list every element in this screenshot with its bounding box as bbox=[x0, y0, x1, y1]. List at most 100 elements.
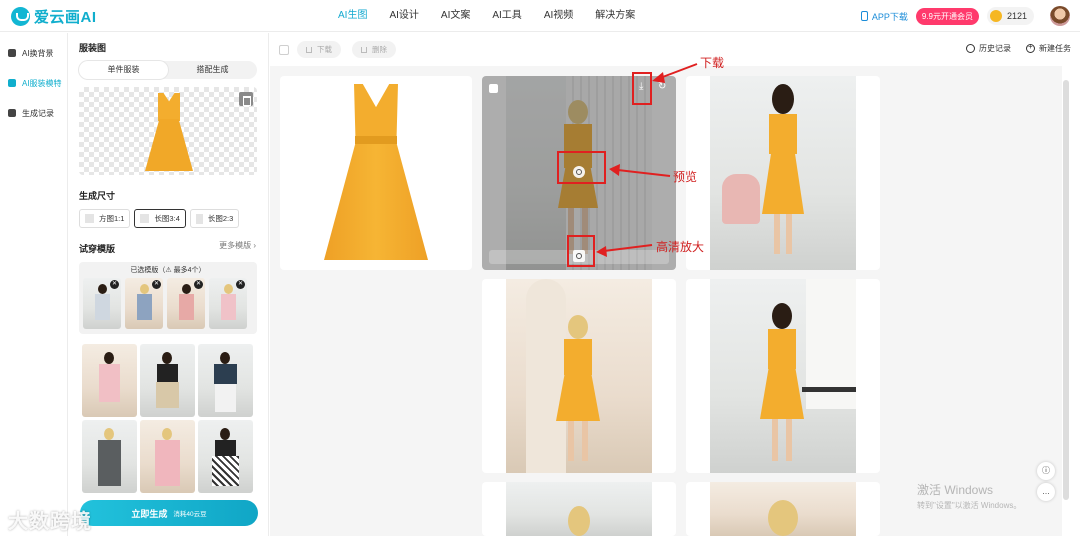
selected-template-thumb[interactable]: ✕ bbox=[209, 278, 247, 329]
app-download-link[interactable]: APP下载 bbox=[860, 10, 908, 23]
tab-outfit-combo[interactable]: 搭配生成 bbox=[168, 61, 257, 79]
template-thumb[interactable] bbox=[140, 344, 195, 417]
model-outfit bbox=[221, 294, 236, 320]
download-button[interactable]: 下载 bbox=[297, 41, 341, 58]
vip-button[interactable]: 9.9元开通会员 bbox=[915, 7, 979, 25]
model-dress-skirt bbox=[760, 367, 804, 419]
result-card[interactable] bbox=[686, 279, 880, 473]
template-thumb[interactable] bbox=[82, 420, 137, 493]
remove-template-icon[interactable]: ✕ bbox=[194, 280, 203, 289]
pink-armchair bbox=[722, 174, 760, 224]
portrait-ratio-icon bbox=[140, 214, 150, 223]
history-button[interactable]: 历史记录 bbox=[966, 43, 1011, 54]
template-thumb[interactable] bbox=[198, 344, 253, 417]
delete-garment-icon[interactable] bbox=[239, 92, 253, 106]
source-garment-image bbox=[324, 84, 428, 264]
annotation-box-download bbox=[632, 72, 652, 105]
model-outfit bbox=[95, 294, 110, 320]
selected-template-thumb[interactable]: ✕ bbox=[167, 278, 205, 329]
clock-icon bbox=[966, 44, 975, 53]
nav-solutions[interactable]: 解决方案 bbox=[595, 0, 635, 32]
nav-ai-image[interactable]: AI生图 bbox=[338, 0, 367, 32]
config-panel: 服装图 单件服装 搭配生成 生成尺寸 方图1:1 长图3:4 长图2:3 试穿模… bbox=[69, 33, 269, 536]
result-card[interactable] bbox=[482, 279, 676, 473]
size-label: 方图1:1 bbox=[99, 214, 125, 223]
chat-icon[interactable]: … bbox=[1037, 483, 1055, 501]
model-dress-skirt bbox=[762, 152, 804, 214]
tab-single-garment[interactable]: 单件服装 bbox=[79, 61, 168, 79]
download-label: 下载 bbox=[317, 45, 332, 54]
sidebar-item-records[interactable]: 生成记录 bbox=[8, 103, 54, 123]
table bbox=[802, 387, 856, 392]
model-leg bbox=[786, 214, 792, 254]
model-leg bbox=[568, 421, 574, 461]
info-icon[interactable]: ⓘ bbox=[1037, 462, 1055, 480]
remove-template-icon[interactable]: ✕ bbox=[152, 280, 161, 289]
size-label: 长图2:3 bbox=[207, 214, 234, 223]
model-head bbox=[140, 284, 149, 294]
tall-ratio-icon bbox=[195, 213, 203, 224]
model-outfit bbox=[179, 294, 194, 320]
nav-ai-copywriting[interactable]: AI文案 bbox=[441, 0, 470, 32]
model-head bbox=[768, 500, 798, 536]
size-portrait-2-3[interactable]: 长图2:3 bbox=[189, 209, 240, 228]
template-thumb[interactable] bbox=[140, 420, 195, 493]
nav-ai-design[interactable]: AI设计 bbox=[389, 0, 418, 32]
more-templates-link[interactable]: 更多模版 › bbox=[219, 240, 256, 251]
model-dress-top bbox=[564, 339, 592, 375]
size-square-1-1[interactable]: 方图1:1 bbox=[79, 209, 131, 228]
sidebar-item-label: 生成记录 bbox=[22, 108, 54, 118]
background-icon bbox=[8, 49, 16, 57]
model-head bbox=[568, 506, 590, 536]
results-area: ⤓ ↻ bbox=[270, 66, 1062, 536]
model-leg bbox=[786, 419, 792, 461]
sidebar-item-ai-background[interactable]: AI换背景 bbox=[8, 43, 54, 63]
model-top bbox=[214, 364, 237, 384]
template-thumb[interactable] bbox=[82, 344, 137, 417]
selected-template-thumb[interactable]: ✕ bbox=[125, 278, 163, 329]
left-sidebar: AI换背景 AI服装模特 生成记录 bbox=[0, 33, 68, 536]
trash-icon bbox=[361, 46, 367, 53]
new-task-button[interactable]: 新建任务 bbox=[1026, 42, 1071, 54]
result-image bbox=[710, 279, 856, 473]
source-garment-card[interactable] bbox=[280, 76, 472, 270]
generate-button[interactable]: 立即生成 消耗40云豆 bbox=[80, 500, 258, 526]
sidebar-item-ai-model[interactable]: AI服装模特 bbox=[8, 73, 62, 93]
model-icon bbox=[8, 79, 16, 87]
model-head bbox=[162, 352, 172, 364]
records-icon bbox=[8, 109, 16, 117]
remove-template-icon[interactable]: ✕ bbox=[236, 280, 245, 289]
model-head bbox=[568, 315, 588, 339]
size-portrait-3-4[interactable]: 长图3:4 bbox=[134, 209, 186, 228]
header-actions: APP下载 9.9元开通会员 2121 bbox=[860, 6, 1070, 26]
result-card[interactable] bbox=[686, 76, 880, 270]
model-top bbox=[215, 440, 236, 456]
model-head bbox=[220, 352, 230, 364]
model-outfit bbox=[155, 440, 180, 486]
model-head bbox=[104, 428, 114, 440]
size-label: 长图3:4 bbox=[154, 214, 180, 223]
user-avatar[interactable] bbox=[1050, 6, 1070, 26]
template-thumb[interactable] bbox=[198, 420, 253, 493]
coin-balance[interactable]: 2121 bbox=[986, 7, 1034, 25]
generate-cost: 消耗40云豆 bbox=[173, 511, 207, 518]
nav-ai-video[interactable]: AI视频 bbox=[544, 0, 573, 32]
regenerate-icon[interactable]: ↻ bbox=[658, 81, 666, 92]
generate-label: 立即生成 bbox=[131, 508, 168, 519]
sidebar-item-label: AI换背景 bbox=[22, 48, 54, 58]
garment-upload-preview[interactable] bbox=[79, 87, 257, 175]
model-head bbox=[182, 284, 191, 294]
select-all-checkbox[interactable] bbox=[279, 45, 289, 55]
model-dress-top bbox=[768, 329, 796, 369]
delete-button[interactable]: 删除 bbox=[352, 41, 396, 58]
selected-template-thumb[interactable]: ✕ bbox=[83, 278, 121, 329]
result-card[interactable] bbox=[482, 482, 676, 536]
results-scrollbar[interactable] bbox=[1063, 80, 1069, 500]
app-logo[interactable]: 爱云画AI bbox=[11, 6, 97, 27]
annotation-preview-label: 预览 bbox=[673, 170, 698, 184]
result-card[interactable] bbox=[686, 482, 880, 536]
nav-ai-tools[interactable]: AI工具 bbox=[492, 0, 521, 32]
result-select-checkbox[interactable] bbox=[489, 84, 498, 93]
remove-template-icon[interactable]: ✕ bbox=[110, 280, 119, 289]
size-options: 方图1:1 长图3:4 长图2:3 bbox=[79, 209, 243, 228]
